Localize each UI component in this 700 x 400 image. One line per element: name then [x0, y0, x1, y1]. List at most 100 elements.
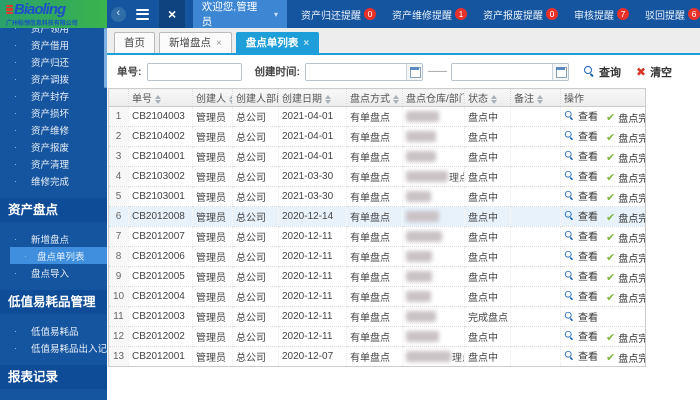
complete-inventory-button[interactable]: ✔盘点完成 — [606, 170, 646, 185]
sidebar-collapse-icon[interactable]: ‹ — [111, 7, 126, 22]
sidebar-item-资产损坏[interactable]: ·资产损坏 — [0, 104, 107, 121]
sidebar-item-资产维修[interactable]: ·资产维修 — [0, 121, 107, 138]
nav-item-驳回提醒[interactable]: 驳回提醒6 — [645, 7, 700, 22]
sidebar-item-资产归还[interactable]: ·资产归还 — [0, 53, 107, 70]
sidebar-item-新增盘点[interactable]: ·新增盘点 — [0, 230, 107, 247]
view-button[interactable]: 查看 — [564, 288, 598, 303]
table-row[interactable]: 4CB2103002管理员总公司2021-03-30有单盘点理点盘点中查看✔盘点… — [109, 167, 646, 187]
table-row[interactable]: 5CB2103001管理员总公司2021-03-30有单盘点盘点中查看✔盘点完成 — [109, 187, 646, 207]
complete-inventory-button[interactable]: ✔盘点完成 — [606, 190, 646, 205]
view-button[interactable]: 查看 — [564, 348, 598, 363]
view-magnifier-icon — [565, 111, 574, 120]
nav-item-资产维修提醒[interactable]: 资产维修提醒1 — [392, 7, 467, 22]
sidebar-item-低值易耗品[interactable]: ·低值易耗品 — [0, 322, 107, 339]
view-button[interactable]: 查看 — [564, 148, 598, 163]
complete-inventory-button[interactable]: ✔盘点完成 — [606, 230, 646, 245]
complete-inventory-button[interactable]: ✔盘点完成 — [606, 290, 646, 305]
column-header-盘点仓库/部门[interactable]: 盘点仓库/部门 — [403, 89, 465, 107]
table-row[interactable]: 11CB2012003管理员总公司2020-12-11有单盘点完成盘点查看 — [109, 307, 646, 327]
column-header-状态[interactable]: 状态 — [465, 89, 511, 107]
bullet-icon: · — [14, 28, 17, 33]
column-header-创建人部门[interactable]: 创建人部门 — [233, 89, 279, 107]
bullet-icon: · — [14, 74, 17, 84]
complete-inventory-button[interactable]: ✔盘点完成 — [606, 330, 646, 345]
tab-新增盘点[interactable]: 新增盘点× — [159, 32, 232, 53]
column-header-操作[interactable]: 操作 — [561, 89, 646, 107]
cell-status: 盘点中 — [465, 127, 511, 147]
view-button[interactable]: 查看 — [564, 228, 598, 243]
search-button[interactable]: 查询 — [584, 64, 621, 80]
table-row[interactable]: 2CB2104002管理员总公司2021-04-01有单盘点盘点中查看✔盘点完成 — [109, 127, 646, 147]
column-header-盘点方式[interactable]: 盘点方式 — [347, 89, 403, 107]
column-header-创建人[interactable]: 创建人 — [193, 89, 233, 107]
view-magnifier-icon — [565, 231, 574, 240]
sidebar-item-维修完成[interactable]: ·维修完成 — [0, 172, 107, 189]
complete-inventory-button[interactable]: ✔盘点完成 — [606, 270, 646, 285]
nav-item-资产报废提醒[interactable]: 资产报废提醒0 — [483, 7, 558, 22]
close-icon[interactable]: × — [159, 0, 184, 28]
view-button[interactable]: 查看 — [564, 268, 598, 283]
complete-inventory-button[interactable]: ✔盘点完成 — [606, 150, 646, 165]
order-no-input[interactable] — [147, 63, 242, 81]
clear-button[interactable]: ✖ 清空 — [636, 64, 672, 80]
calendar-icon[interactable] — [406, 64, 422, 80]
view-button[interactable]: 查看 — [564, 248, 598, 263]
sidebar-item-低值易耗品出入记录[interactable]: ·低值易耗品出入记录 — [0, 339, 107, 356]
view-button[interactable]: 查看 — [564, 188, 598, 203]
sidebar-section-低值易耗品管理[interactable]: 低值易耗品管理 — [0, 290, 107, 314]
sidebar-item-资产领用[interactable]: ·资产领用 — [0, 28, 107, 36]
view-button[interactable]: 查看 — [564, 128, 598, 143]
sidebar-item-资产封存[interactable]: ·资产封存 — [0, 87, 107, 104]
cell-dept: 总公司 — [233, 147, 279, 167]
table-row[interactable]: 9CB2012005管理员总公司2020-12-11有单盘点盘点中查看✔盘点完成 — [109, 267, 646, 287]
complete-inventory-button[interactable]: ✔盘点完成 — [606, 250, 646, 265]
table-row[interactable]: 1CB2104003管理员总公司2021-04-01有单盘点盘点中查看✔盘点完成 — [109, 107, 646, 127]
complete-inventory-button[interactable]: ✔盘点完成 — [606, 130, 646, 145]
tab-首页[interactable]: 首页 — [114, 32, 155, 53]
table-row[interactable]: 8CB2012006管理员总公司2020-12-11有单盘点盘点中查看✔盘点完成 — [109, 247, 646, 267]
sidebar-section-报表记录[interactable]: 报表记录 — [0, 365, 107, 389]
sort-icon — [325, 95, 331, 105]
sidebar-item-盘点单列表[interactable]: ·盘点单列表 — [10, 247, 107, 264]
table-row[interactable]: 7CB2012007管理员总公司2020-12-11有单盘点盘点中查看✔盘点完成 — [109, 227, 646, 247]
view-magnifier-icon — [565, 251, 574, 260]
date-to-input[interactable] — [452, 64, 552, 80]
view-button[interactable]: 查看 — [564, 168, 598, 183]
sidebar-item-资产清理[interactable]: ·资产清理 — [0, 155, 107, 172]
date-from-input[interactable] — [306, 64, 406, 80]
column-header-备注[interactable]: 备注 — [511, 89, 561, 107]
menu-hamburger-icon[interactable] — [136, 6, 150, 22]
column-header-单号[interactable]: 单号 — [129, 89, 193, 107]
cell-actions: 查看 ✔盘点完成 — [561, 287, 646, 307]
complete-inventory-button[interactable]: ✔盘点完成 — [606, 210, 646, 225]
cell-date: 2020-12-11 — [279, 227, 347, 247]
table-row[interactable]: 13CB2012001管理员总公司2020-12-07有单盘点理点盘点中查看✔盘… — [109, 347, 646, 367]
sidebar-item-资产调拨[interactable]: ·资产调拨 — [0, 70, 107, 87]
view-button[interactable]: 查看 — [564, 108, 598, 123]
tab-close-icon[interactable]: × — [216, 34, 222, 53]
nav-item-资产归还提醒[interactable]: 资产归还提醒0 — [301, 7, 376, 22]
sort-up-arrow — [155, 95, 161, 99]
sidebar-item-资产借用[interactable]: ·资产借用 — [0, 36, 107, 53]
tab-盘点单列表[interactable]: 盘点单列表× — [236, 32, 319, 53]
table-row[interactable]: 6CB2012008管理员总公司2020-12-14有单盘点盘点中查看✔盘点完成 — [109, 207, 646, 227]
cell-creator: 管理员 — [193, 227, 233, 247]
cell-dept: 总公司 — [233, 167, 279, 187]
sidebar-item-盘点导入[interactable]: ·盘点导入 — [0, 264, 107, 281]
nav-item-审核提醒[interactable]: 审核提醒7 — [574, 7, 629, 22]
tab-close-icon[interactable]: × — [303, 34, 309, 53]
calendar-icon[interactable] — [552, 64, 568, 80]
sidebar-item-资产报废[interactable]: ·资产报废 — [0, 138, 107, 155]
cell-dept: 总公司 — [233, 107, 279, 127]
table-row[interactable]: 10CB2012004管理员总公司2020-12-11有单盘点盘点中查看✔盘点完… — [109, 287, 646, 307]
table-row[interactable]: 12CB2012002管理员总公司2020-12-11有单盘点盘点中查看✔盘点完… — [109, 327, 646, 347]
view-button[interactable]: 查看 — [564, 309, 598, 324]
cell-dept: 总公司 — [233, 207, 279, 227]
view-button[interactable]: 查看 — [564, 208, 598, 223]
view-button[interactable]: 查看 — [564, 328, 598, 343]
complete-inventory-button[interactable]: ✔盘点完成 — [606, 110, 646, 125]
sidebar-section-资产盘点[interactable]: 资产盘点 — [0, 198, 107, 222]
table-row[interactable]: 3CB2104001管理员总公司2021-04-01有单盘点盘点中查看✔盘点完成 — [109, 147, 646, 167]
complete-inventory-button[interactable]: ✔盘点完成 — [606, 350, 646, 365]
column-header-创建日期[interactable]: 创建日期 — [279, 89, 347, 107]
